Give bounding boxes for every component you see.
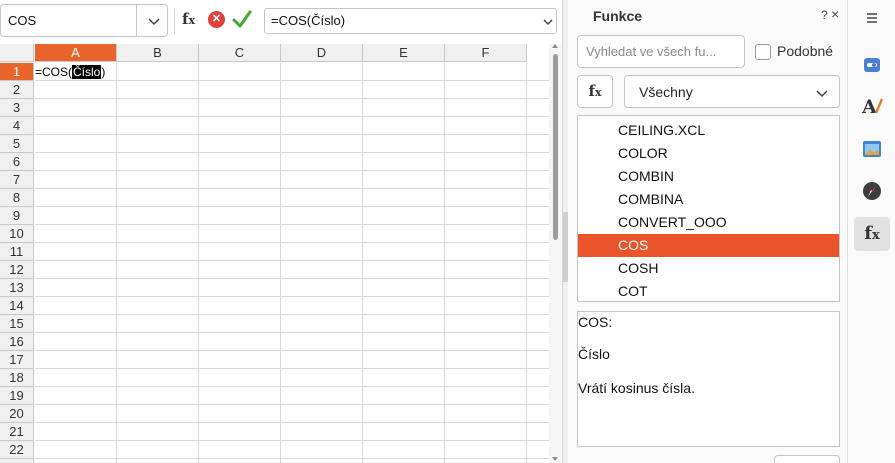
function-item[interactable]: COLOR <box>578 142 839 165</box>
row-header-17[interactable]: 17 <box>0 351 34 369</box>
formula-input[interactable]: =COS(Číslo) <box>264 8 557 34</box>
row-header-9[interactable]: 9 <box>0 207 34 225</box>
row-header-12[interactable]: 12 <box>0 261 34 279</box>
sidebar-tabbar: A fx <box>847 0 895 463</box>
tab-styles[interactable]: A <box>854 88 890 122</box>
column-header-d[interactable]: D <box>281 44 363 62</box>
checkmark-icon[interactable] <box>232 8 252 30</box>
expand-formula-icon[interactable] <box>542 16 554 28</box>
row-header-8[interactable]: 8 <box>0 189 34 207</box>
row-header-6[interactable]: 6 <box>0 153 34 171</box>
help-icon[interactable]: ? <box>821 8 828 22</box>
row-header-16[interactable]: 16 <box>0 333 34 351</box>
column-header-f[interactable]: F <box>445 44 527 62</box>
name-box-divider <box>136 5 137 36</box>
description-name: COS: <box>578 314 613 330</box>
function-item[interactable]: COT <box>578 280 839 301</box>
category-value: Všechny <box>639 84 693 100</box>
svg-text:A: A <box>861 96 877 117</box>
similar-label: Podobné <box>777 43 834 59</box>
row-header-23[interactable]: 23 <box>0 459 34 463</box>
description-args: Číslo <box>578 346 610 362</box>
fx-icon: fx <box>182 10 196 28</box>
panel-bottom-button[interactable] <box>774 455 840 463</box>
row-header-7[interactable]: 7 <box>0 171 34 189</box>
function-item[interactable]: COSH <box>578 257 839 280</box>
cell-a1-argument-highlight: Číslo <box>72 65 102 79</box>
similar-checkbox[interactable] <box>755 44 771 60</box>
vertical-scrollbar[interactable] <box>549 44 562 463</box>
select-all-corner[interactable] <box>0 44 34 62</box>
gallery-icon <box>863 141 881 157</box>
tab-properties[interactable] <box>854 48 890 82</box>
close-icon[interactable]: × <box>831 6 839 22</box>
function-item[interactable]: CEILING.XCL <box>578 119 839 142</box>
cell-a1-prefix: =COS( <box>35 65 73 79</box>
cell-a1-suffix: ) <box>101 65 106 79</box>
cancel-icon[interactable]: ✕ <box>208 11 225 28</box>
column-header-e[interactable]: E <box>363 44 445 62</box>
scroll-down-icon[interactable] <box>552 457 558 461</box>
column-header-b[interactable]: B <box>117 44 199 62</box>
function-item[interactable]: CONVERT_OOO <box>578 211 839 234</box>
tab-gallery[interactable] <box>854 132 890 166</box>
cell-area[interactable] <box>35 63 550 463</box>
row-header-22[interactable]: 22 <box>0 441 34 459</box>
fx-icon: fx <box>864 223 880 244</box>
name-box-value: COS <box>8 13 37 28</box>
properties-icon <box>864 58 880 72</box>
function-item[interactable]: COMBINA <box>578 188 839 211</box>
chevron-down-icon[interactable] <box>147 14 161 28</box>
functions-panel: Funkce ? × Podobné fx Všechny CEILING.XC… <box>568 0 847 463</box>
row-header-14[interactable]: 14 <box>0 297 34 315</box>
function-search-input[interactable] <box>577 35 745 68</box>
tab-navigator[interactable] <box>854 174 890 208</box>
row-header-18[interactable]: 18 <box>0 369 34 387</box>
row-header-10[interactable]: 10 <box>0 225 34 243</box>
scroll-up-icon[interactable] <box>552 44 558 48</box>
function-item[interactable]: COMBIN <box>578 165 839 188</box>
toolbar-divider <box>174 8 175 34</box>
column-header-a[interactable]: A <box>35 44 117 62</box>
function-description: COS: Číslo Vrátí kosinus čísla. <box>577 311 840 447</box>
chevron-down-icon <box>816 90 828 98</box>
panel-title: Funkce <box>593 8 643 24</box>
row-header-19[interactable]: 19 <box>0 387 34 405</box>
function-wizard-button[interactable]: fx <box>182 8 204 30</box>
function-item[interactable]: COS <box>578 234 839 257</box>
row-header-4[interactable]: 4 <box>0 117 34 135</box>
calc-window: COS fx ✕ =COS(Číslo) ABCDEF 1 2 3 4 5 6 7 8 9 10 1… <box>0 0 895 463</box>
insert-function-button[interactable]: fx <box>577 75 613 108</box>
function-list[interactable]: CEILING.XCL COLOR COMBIN COMBINA CONVERT_OOO… <box>577 115 840 302</box>
row-header-21[interactable]: 21 <box>0 423 34 441</box>
fx-icon: fx <box>588 82 602 100</box>
row-header-11[interactable]: 11 <box>0 243 34 261</box>
row-header-5[interactable]: 5 <box>0 135 34 153</box>
styles-icon: A <box>861 96 884 117</box>
hamburger-menu-icon[interactable] <box>864 10 880 26</box>
scrollbar-thumb[interactable] <box>553 54 558 240</box>
tab-functions[interactable]: fx <box>854 217 890 251</box>
row-header-1[interactable]: 1 <box>0 63 34 81</box>
navigator-icon <box>863 182 881 200</box>
row-header-2[interactable]: 2 <box>0 81 34 99</box>
description-text: Vrátí kosinus čísla. <box>578 380 695 396</box>
name-box[interactable]: COS <box>0 4 168 37</box>
column-header-c[interactable]: C <box>199 44 281 62</box>
formula-text: =COS(Číslo) <box>271 13 346 28</box>
spreadsheet-grid[interactable]: ABCDEF 1 2 3 4 5 6 7 8 9 10 11 12 13 14 15 16 17 18 19 20 21… <box>0 44 562 463</box>
cell-a1-editor[interactable]: =COS(Číslo) <box>35 63 105 81</box>
row-header-13[interactable]: 13 <box>0 279 34 297</box>
row-header-20[interactable]: 20 <box>0 405 34 423</box>
category-select[interactable]: Všechny <box>624 75 840 108</box>
row-header-3[interactable]: 3 <box>0 99 34 117</box>
row-header-15[interactable]: 15 <box>0 315 34 333</box>
